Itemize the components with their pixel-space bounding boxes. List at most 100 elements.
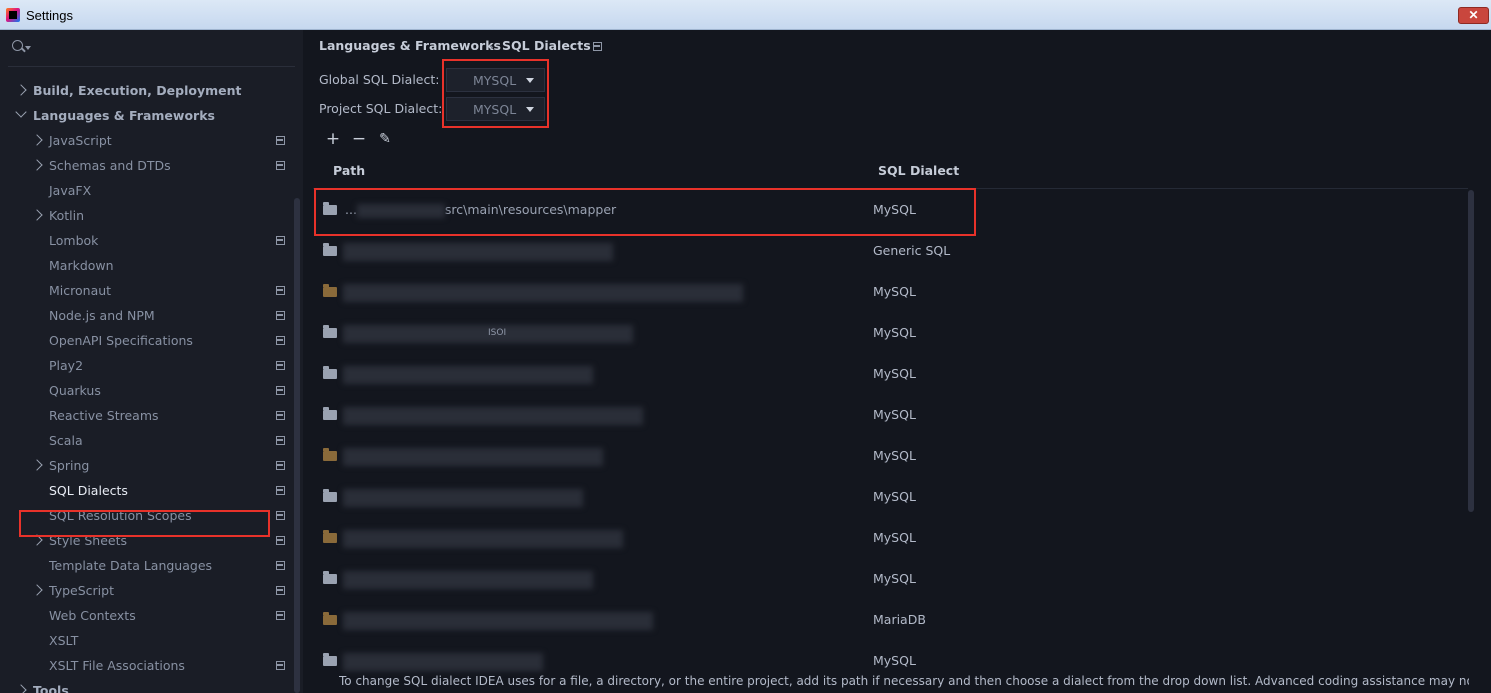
search-input[interactable] [36, 36, 291, 58]
sidebar-item-openapi-specifications[interactable]: OpenAPI Specifications [0, 328, 300, 353]
sidebar-item-markdown[interactable]: Markdown [0, 253, 300, 278]
chevron-down-icon[interactable] [15, 106, 27, 118]
chevron-right-icon[interactable] [31, 134, 43, 146]
dialect-cell[interactable]: MySQL [873, 530, 916, 545]
dialect-cell[interactable]: MySQL [873, 284, 916, 299]
column-header-path[interactable]: Path [333, 163, 365, 178]
dialect-cell[interactable]: MySQL [873, 366, 916, 381]
sidebar-item-label: OpenAPI Specifications [49, 333, 193, 348]
sidebar-divider [8, 66, 295, 67]
sidebar-item-schemas-and-dtds[interactable]: Schemas and DTDs [0, 153, 300, 178]
chevron-right-icon[interactable] [31, 459, 43, 471]
file-icon [323, 284, 337, 297]
dialect-cell[interactable]: MySQL [873, 407, 916, 422]
sidebar-item-label: Scala [49, 433, 83, 448]
sidebar-item-quarkus[interactable]: Quarkus [0, 378, 300, 403]
settings-search [0, 30, 303, 64]
project-level-icon [276, 511, 285, 520]
sidebar-item-label: TypeScript [49, 583, 114, 598]
breadcrumb-current: SQL Dialects [502, 38, 591, 53]
remove-path-button[interactable]: − [349, 129, 369, 149]
dialect-cell[interactable]: MySQL [873, 489, 916, 504]
sidebar-item-label: Lombok [49, 233, 99, 248]
dialect-cell[interactable]: MySQL [873, 448, 916, 463]
chevron-right-icon[interactable] [31, 584, 43, 596]
sidebar-item-label: Markdown [49, 258, 114, 273]
project-level-icon [276, 336, 285, 345]
sidebar-item-tools[interactable]: Tools [0, 678, 300, 693]
sidebar-item-play2[interactable]: Play2 [0, 353, 300, 378]
project-level-icon [593, 42, 602, 51]
dialect-cell[interactable]: MySQL [873, 325, 916, 340]
dialect-cell[interactable]: MySQL [873, 571, 916, 586]
sidebar-item-languages-frameworks[interactable]: Languages & Frameworks [0, 103, 300, 128]
table-row[interactable]: ISOI MySQL [313, 313, 1463, 354]
redacted-path [343, 407, 643, 425]
redacted-path [343, 448, 603, 466]
project-level-icon [276, 386, 285, 395]
table-row[interactable]: MySQL [313, 436, 1463, 477]
chevron-right-icon[interactable] [15, 684, 27, 693]
table-scrollbar[interactable] [1468, 190, 1474, 512]
project-level-icon [276, 561, 285, 570]
sidebar-item-lombok[interactable]: Lombok [0, 228, 300, 253]
folder-icon [323, 325, 337, 338]
column-header-sql-dialect[interactable]: SQL Dialect [878, 163, 959, 178]
search-history-dropdown-icon[interactable] [25, 46, 31, 50]
table-row[interactable]: MySQL [313, 272, 1463, 313]
sidebar-item-template-data-languages[interactable]: Template Data Languages [0, 553, 300, 578]
sidebar-item-label: Play2 [49, 358, 84, 373]
sidebar-item-reactive-streams[interactable]: Reactive Streams [0, 403, 300, 428]
path-fragment: ISOI [488, 328, 507, 338]
table-row[interactable]: MySQL [313, 518, 1463, 559]
sidebar-item-label: Quarkus [49, 383, 101, 398]
folder-icon [323, 653, 337, 666]
intellij-app-icon [6, 8, 20, 22]
add-path-button[interactable]: + [323, 129, 343, 149]
sidebar-item-label: JavaFX [49, 183, 92, 198]
search-icon[interactable] [12, 40, 23, 51]
dialect-cell[interactable]: Generic SQL [873, 243, 950, 258]
table-row[interactable]: MariaDB [313, 600, 1463, 641]
sidebar-item-label: Languages & Frameworks [33, 108, 215, 123]
sidebar-item-label: Tools [33, 683, 69, 693]
edit-path-button[interactable]: ✎ [375, 129, 395, 149]
table-row[interactable]: MySQL [313, 395, 1463, 436]
chevron-right-icon[interactable] [31, 209, 43, 221]
sidebar-item-typescript[interactable]: TypeScript [0, 578, 300, 603]
sidebar-item-node-js-and-npm[interactable]: Node.js and NPM [0, 303, 300, 328]
project-level-icon [276, 536, 285, 545]
redacted-path [343, 530, 623, 548]
dialect-cell[interactable]: MySQL [873, 653, 916, 668]
sidebar-item-javafx[interactable]: JavaFX [0, 178, 300, 203]
breadcrumb-parent[interactable]: Languages & Frameworks [319, 38, 501, 53]
sidebar-scrollbar[interactable] [294, 198, 300, 693]
close-button[interactable]: ✕ [1458, 7, 1489, 24]
project-level-icon [276, 236, 285, 245]
breadcrumb-separator: › [489, 40, 494, 54]
sidebar-item-spring[interactable]: Spring [0, 453, 300, 478]
sidebar-item-label: Node.js and NPM [49, 308, 155, 323]
redacted-path [343, 243, 613, 261]
chevron-right-icon[interactable] [15, 84, 27, 96]
project-level-icon [276, 136, 285, 145]
sidebar-item-javascript[interactable]: JavaScript [0, 128, 300, 153]
table-row[interactable]: MySQL [313, 477, 1463, 518]
table-row[interactable]: Generic SQL [313, 231, 1463, 272]
sidebar-item-web-contexts[interactable]: Web Contexts [0, 603, 300, 628]
sidebar-item-micronaut[interactable]: Micronaut [0, 278, 300, 303]
table-row[interactable]: MySQL [313, 354, 1463, 395]
sidebar-item-scala[interactable]: Scala [0, 428, 300, 453]
folder-icon [323, 243, 337, 256]
sidebar-item-kotlin[interactable]: Kotlin [0, 203, 300, 228]
chevron-right-icon[interactable] [31, 159, 43, 171]
project-level-icon [276, 586, 285, 595]
sidebar-item-sql-dialects[interactable]: SQL Dialects [0, 478, 300, 503]
dialect-cell[interactable]: MariaDB [873, 612, 926, 627]
project-level-icon [276, 161, 285, 170]
table-row[interactable]: MySQL [313, 559, 1463, 600]
first-row-highlight [314, 188, 976, 236]
sidebar-item-build-execution-deployment[interactable]: Build, Execution, Deployment [0, 78, 300, 103]
sidebar-item-xslt[interactable]: XSLT [0, 628, 300, 653]
sidebar-item-xslt-file-associations[interactable]: XSLT File Associations [0, 653, 300, 678]
